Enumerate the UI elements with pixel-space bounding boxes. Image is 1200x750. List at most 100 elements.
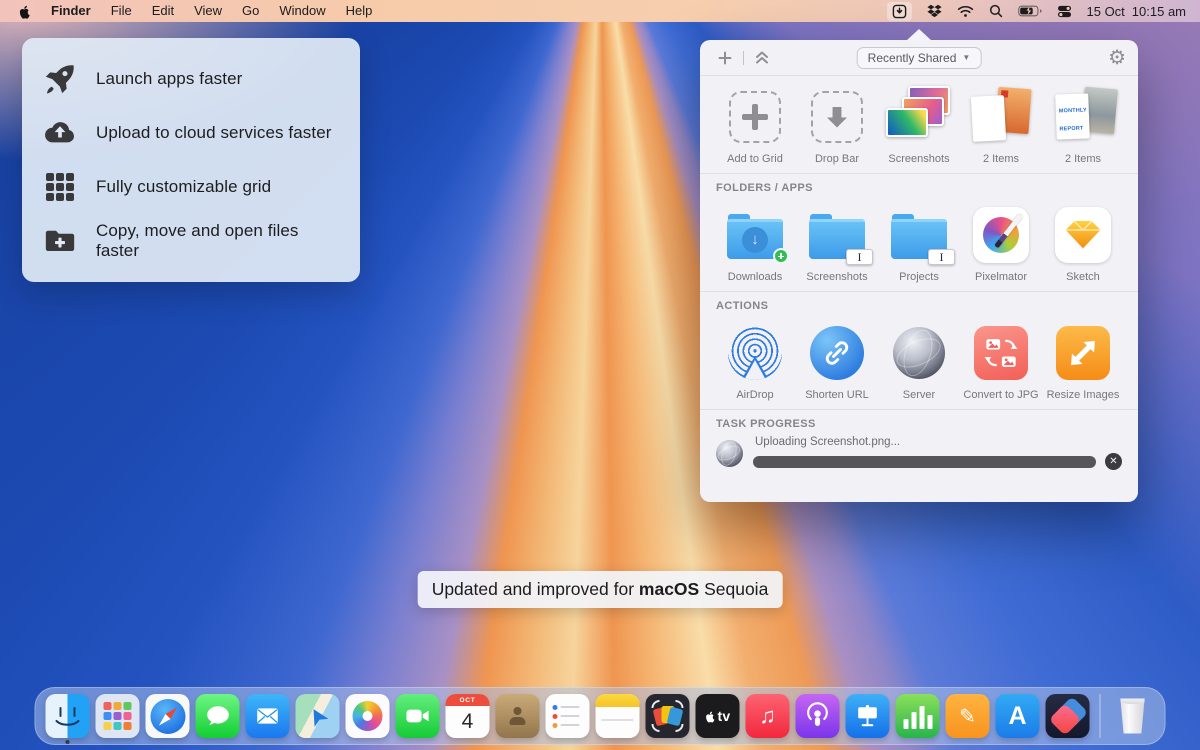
feature-label: Fully customizable grid xyxy=(96,177,271,197)
task-label: Uploading Screenshot.png... xyxy=(755,436,1122,448)
desktop-wallpaper: Finder File Edit View Go Window Help xyxy=(0,0,1200,750)
apple-menu-icon[interactable] xyxy=(0,4,41,19)
doc-title: MONTHLY REPORT xyxy=(1059,107,1087,132)
menu-item-go[interactable]: Go xyxy=(232,0,269,22)
wifi-icon[interactable] xyxy=(957,5,974,18)
grid-item-drop-bar[interactable]: Drop Bar xyxy=(798,86,876,165)
gear-icon[interactable]: ⚙ xyxy=(1108,48,1126,68)
dock-item-calendar[interactable]: OCT 4 xyxy=(446,694,490,738)
menu-item-finder[interactable]: Finder xyxy=(41,0,101,22)
dock-item-photos[interactable] xyxy=(346,694,390,738)
grid-item-screenshots[interactable]: Screenshots xyxy=(880,86,958,165)
folder-icon: I xyxy=(809,219,865,259)
dock-item-apple-tv[interactable]: tv xyxy=(696,694,740,738)
folder-item-label: Projects xyxy=(899,271,939,283)
music-note-icon: ♫ xyxy=(759,703,776,729)
speech-bubble-icon xyxy=(204,703,231,729)
dashed-plus-icon xyxy=(729,91,781,143)
app-item-label: Pixelmator xyxy=(975,271,1027,283)
action-item-airdrop[interactable]: AirDrop xyxy=(716,322,794,401)
folder-item-label: Downloads xyxy=(728,271,782,283)
action-item-convert-to-jpg[interactable]: Convert to JPG xyxy=(962,322,1040,401)
dock-item-messages[interactable] xyxy=(196,694,240,738)
spotlight-search-icon[interactable] xyxy=(989,4,1003,18)
calendar-day: 4 xyxy=(446,706,490,738)
actions-row: AirDrop Shorten URL Server Convert to JP… xyxy=(700,312,1138,409)
folders-apps-row: Downloads I Screenshots I Projects xyxy=(700,194,1138,291)
menu-item-window[interactable]: Window xyxy=(269,0,335,22)
podium-icon xyxy=(854,702,882,730)
action-item-shorten-url[interactable]: Shorten URL xyxy=(798,322,876,401)
caption-text: Updated and improved for xyxy=(432,579,639,599)
compass-icon xyxy=(150,699,185,734)
upload-globe-icon xyxy=(716,440,743,467)
action-item-server[interactable]: Server xyxy=(880,322,958,401)
app-item-label: Sketch xyxy=(1066,271,1100,283)
dropdown-caret-icon: ▼ xyxy=(962,53,970,62)
folder-item-downloads[interactable]: Downloads xyxy=(716,204,794,283)
dock-item-app-store[interactable]: A xyxy=(996,694,1040,738)
menu-item-view[interactable]: View xyxy=(184,0,232,22)
pen-icon: ✎ xyxy=(959,704,976,729)
link-icon xyxy=(810,326,864,380)
battery-icon[interactable] xyxy=(1018,5,1042,17)
action-item-resize-images[interactable]: Resize Images xyxy=(1044,322,1122,401)
dock-item-pages[interactable]: ✎ xyxy=(946,694,990,738)
control-center-icon[interactable] xyxy=(1057,5,1072,18)
dock-item-contacts[interactable] xyxy=(496,694,540,738)
person-silhouette-icon xyxy=(510,707,526,725)
dock-item-safari[interactable] xyxy=(146,694,190,738)
folder-item-screenshots[interactable]: I Screenshots xyxy=(798,204,876,283)
dock-item-notes[interactable] xyxy=(596,694,640,738)
app-item-sketch[interactable]: Sketch xyxy=(1044,204,1122,283)
dock-item-facetime[interactable] xyxy=(396,694,440,738)
rocket-icon xyxy=(40,62,80,96)
grid-item-add-to-grid[interactable]: Add to Grid xyxy=(716,86,794,165)
tv-label: tv xyxy=(717,708,730,724)
section-title-actions: ACTIONS xyxy=(700,292,1138,312)
dock-item-music[interactable]: ♫ xyxy=(746,694,790,738)
cancel-task-button[interactable]: ✕ xyxy=(1105,453,1122,470)
feature-row: Copy, move and open files faster xyxy=(40,214,342,268)
menu-clock[interactable]: 15 Oct 10:15 am xyxy=(1087,4,1187,19)
dock-item-keynote[interactable] xyxy=(846,694,890,738)
navigation-arrow-icon xyxy=(307,705,329,727)
sketch-icon xyxy=(1055,207,1111,263)
action-label: Server xyxy=(903,389,935,401)
section-title-tasks: TASK PROGRESS xyxy=(716,414,1122,430)
dropbox-icon[interactable] xyxy=(927,4,942,18)
action-label: Shorten URL xyxy=(805,389,869,401)
menu-item-file[interactable]: File xyxy=(101,0,142,22)
menu-item-edit[interactable]: Edit xyxy=(142,0,184,22)
grid-item-2-items-a[interactable]: 2 Items xyxy=(962,86,1040,165)
document-stack-icon: MONTHLY REPORT xyxy=(1044,86,1122,148)
dock-item-finder[interactable] xyxy=(46,694,90,738)
dock-item-launchpad[interactable] xyxy=(96,694,140,738)
dock-separator xyxy=(1100,694,1101,738)
add-icon[interactable] xyxy=(712,50,738,66)
menu-date: 15 Oct xyxy=(1087,4,1125,19)
menu-item-help[interactable]: Help xyxy=(336,0,383,22)
feature-row: Fully customizable grid xyxy=(40,160,342,214)
menu-bar: Finder File Edit View Go Window Help xyxy=(0,0,1200,22)
app-item-pixelmator[interactable]: Pixelmator xyxy=(962,204,1040,283)
feature-label: Copy, move and open files faster xyxy=(96,221,342,261)
dock-item-reminders[interactable] xyxy=(546,694,590,738)
header-divider xyxy=(743,51,744,65)
dock-item-shortcuts[interactable] xyxy=(1046,694,1090,738)
folder-item-projects[interactable]: I Projects xyxy=(880,204,958,283)
action-label: Resize Images xyxy=(1047,389,1120,401)
grid-item-2-items-b[interactable]: MONTHLY REPORT 2 Items xyxy=(1044,86,1122,165)
dock-item-doc-scanner[interactable] xyxy=(646,694,690,738)
recently-shared-dropdown[interactable]: Recently Shared ▼ xyxy=(857,47,982,69)
dock-item-maps[interactable] xyxy=(296,694,340,738)
collapse-icon[interactable] xyxy=(749,50,775,65)
grid-item-label: Add to Grid xyxy=(727,153,783,165)
dock-item-trash[interactable] xyxy=(1111,694,1155,738)
dropzone-menu-icon[interactable] xyxy=(887,2,912,21)
dock-item-numbers[interactable] xyxy=(896,694,940,738)
dock-item-mail[interactable] xyxy=(246,694,290,738)
dock-item-podcasts[interactable] xyxy=(796,694,840,738)
rename-cursor-badge: I xyxy=(846,249,873,265)
dock: OCT 4 tv ♫ xyxy=(35,687,1166,745)
